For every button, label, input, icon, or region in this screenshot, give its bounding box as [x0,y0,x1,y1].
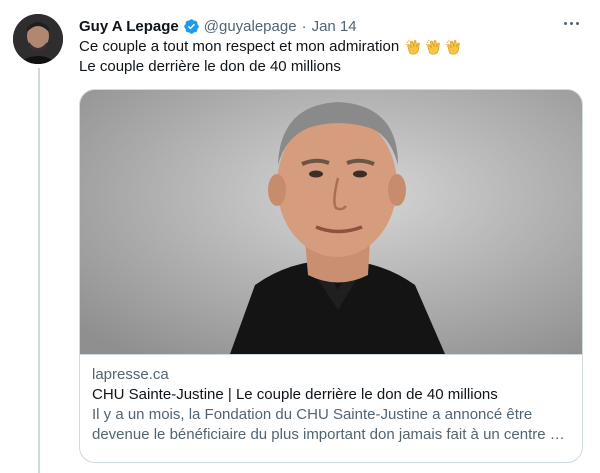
more-dot [575,21,579,25]
card-description-line1: Il y a un mois, la Fondation du CHU Sain… [92,406,533,423]
verified-badge-icon [183,18,199,34]
card-domain: lapresse.ca [92,366,169,383]
separator-dot: · [301,17,307,35]
tweet-text-line2: Le couple derrière le don de 40 millions [79,58,341,75]
link-preview-card[interactable]: lapresse.ca CHU Sainte-Justine | Le coup… [79,89,583,463]
author-name[interactable]: Guy A Lepage [79,18,179,35]
more-dot [569,21,573,25]
more-dot [563,21,567,25]
clapping-hands-icon [406,39,420,55]
card-photo [80,90,582,354]
card-title[interactable]: CHU Sainte-Justine | Le couple derrière … [92,385,570,405]
card-meta: lapresse.ca CHU Sainte-Justine | Le coup… [92,365,570,445]
card-image[interactable] [80,90,582,355]
card-description-line2: devenue le bénéficiaire du plus importan… [92,426,565,443]
card-description: Il y a un mois, la Fondation du CHU Sain… [92,405,570,445]
avatar[interactable] [13,14,63,64]
tweet-text-line1: Ce couple a tout mon respect et mon admi… [79,37,580,57]
tweet-text-line1-content: Ce couple a tout mon respect et mon admi… [79,38,400,55]
clapping-hands-icon [426,39,440,55]
tweet-date[interactable]: Jan 14 [312,18,357,35]
avatar-photo [13,14,63,64]
thread-line [38,68,40,473]
more-options-icon[interactable] [560,12,582,34]
tweet-header: Guy A Lepage @guyalepage · Jan 14 [79,15,580,37]
clapping-hands-icon [446,39,460,55]
author-handle[interactable]: @guyalepage [204,18,297,35]
tweet-text: Ce couple a tout mon respect et mon admi… [79,37,580,77]
